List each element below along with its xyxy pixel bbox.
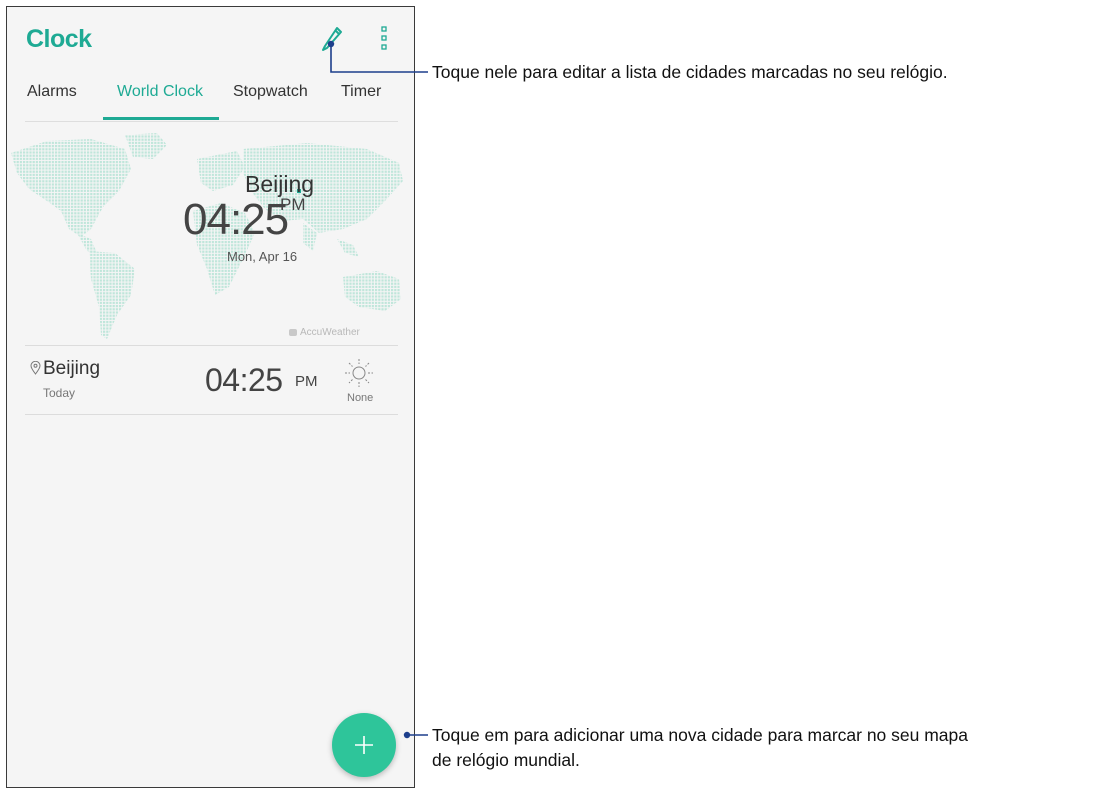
hero-time: 04:25 [183,195,289,244]
city-ampm: PM [295,373,318,390]
phone-screen: Clock Alarms World Clock Stopwatch Timer [6,6,415,788]
more-vertical-icon[interactable] [379,24,389,52]
weather-provider-logo: AccuWeather [289,327,360,338]
tab-world-clock[interactable]: World Clock [117,83,203,101]
city-time: 04:25 [205,362,283,398]
active-tab-indicator [103,117,219,120]
location-pin-icon [30,361,41,375]
plus-icon [355,736,373,754]
hero-city-name: Beijing [245,171,315,197]
tab-alarms[interactable]: Alarms [27,83,77,101]
callout-add-text-line1: Toque em para adicionar uma nova cidade … [432,725,969,745]
city-name: Beijing [43,358,101,379]
tab-bar: Alarms World Clock Stopwatch Timer [25,73,398,122]
weather-status: None [347,392,374,404]
city-day: Today [43,386,76,400]
pencil-icon[interactable] [319,24,345,52]
provider-name: AccuWeather [300,327,360,338]
city-list-item[interactable]: Beijing Today 04:25 PM None [25,346,398,415]
hero-ampm: PM [280,195,306,214]
callout-add-text-line2: de relógio mundial. [432,750,580,770]
hero-date: Mon, Apr 16 [227,249,298,264]
app-title: Clock [26,25,92,53]
tab-timer[interactable]: Timer [341,83,381,101]
accuweather-icon [289,329,297,336]
tab-stopwatch[interactable]: Stopwatch [233,83,308,101]
world-map: Beijing 04:25 PM Mon, Apr 16 AccuWeather [7,129,414,341]
sun-icon [345,359,373,387]
callout-edit-text: Toque nele para editar a lista de cidade… [432,62,948,82]
add-city-button[interactable] [332,713,396,777]
